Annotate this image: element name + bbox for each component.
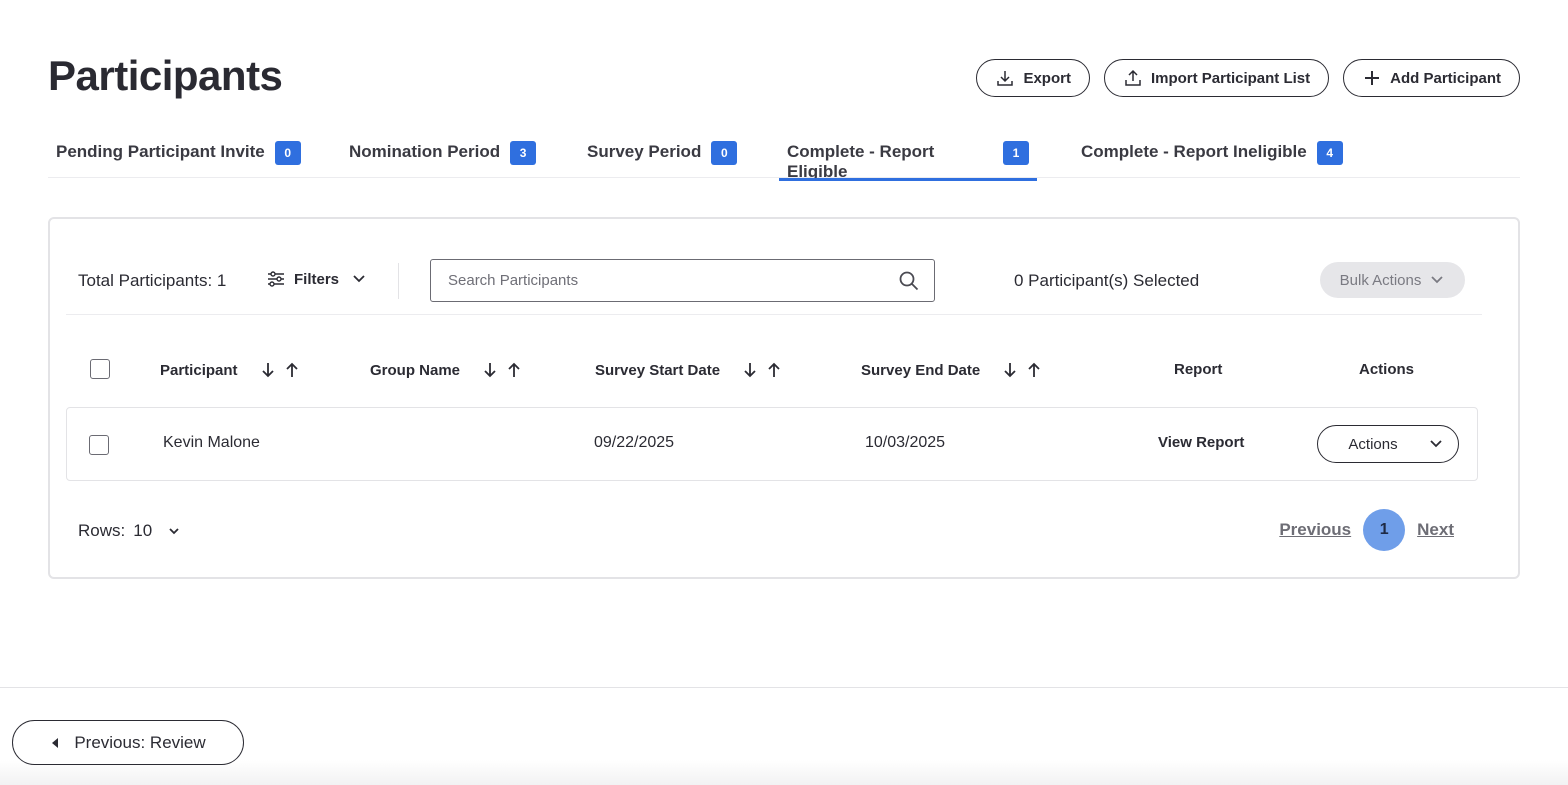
import-participant-list-button[interactable]: Import Participant List [1103, 59, 1330, 97]
previous-page-link[interactable]: Previous [1279, 520, 1351, 540]
tab-label: Complete - Report Eligible [787, 142, 935, 181]
tab-pending-participant-invite[interactable]: Pending Participant Invite 0 [48, 128, 341, 178]
column-actions: Actions [1359, 361, 1414, 378]
sort-ascending-icon[interactable] [284, 361, 300, 379]
column-label: Group Name [370, 361, 461, 379]
column-participant: Participant [160, 361, 300, 379]
filters-button[interactable]: Filters [266, 269, 367, 289]
column-label: Participant [160, 361, 238, 379]
sort-ascending-icon[interactable] [766, 361, 782, 379]
export-button[interactable]: Export [976, 59, 1090, 97]
participants-card: Total Participants: 1 Filters 0 Particip… [48, 217, 1520, 579]
survey-start-date: 09/22/2025 [594, 434, 675, 451]
footer-shade [0, 760, 1568, 785]
previous-review-label: Previous: Review [74, 732, 206, 752]
sort-descending-icon[interactable] [742, 361, 758, 379]
column-survey-start-date: Survey Start Date [595, 361, 782, 379]
previous-review-button[interactable]: Previous: Review [12, 720, 244, 765]
add-participant-button[interactable]: Add Participant [1343, 59, 1520, 97]
selected-count: 0 Participant(s) Selected [1014, 271, 1200, 290]
table-toolbar: Total Participants: 1 Filters 0 Particip… [66, 259, 1482, 315]
sort-descending-icon[interactable] [482, 361, 498, 379]
sort-descending-icon[interactable] [1002, 361, 1018, 379]
view-report-link[interactable]: View Report [1158, 434, 1244, 451]
plus-icon [1365, 71, 1380, 85]
filters-label: Filters [294, 270, 340, 288]
select-all-cell [90, 359, 110, 379]
tab-count-badge: 4 [1316, 141, 1343, 165]
search-box [430, 259, 935, 302]
toolbar-divider [398, 263, 399, 299]
table-row: Kevin Malone 09/22/2025 10/03/2025 View … [66, 407, 1478, 481]
total-participants: Total Participants: 1 [78, 271, 227, 290]
sort-controls [1002, 361, 1042, 379]
tab-label: Complete - Report Ineligible [1081, 142, 1307, 161]
sort-controls [260, 361, 300, 379]
search-icon[interactable] [898, 270, 920, 292]
chevron-down-icon [169, 528, 179, 535]
import-label: Import Participant List [1150, 69, 1311, 87]
tab-count-badge: 1 [1003, 141, 1029, 165]
tab-survey-period[interactable]: Survey Period 0 [579, 128, 779, 178]
upload-icon [1125, 69, 1141, 86]
search-input[interactable] [448, 272, 898, 289]
tab-complete-report-ineligible[interactable]: Complete - Report Ineligible 4 [1073, 128, 1351, 178]
bulk-actions-button[interactable]: Bulk Actions [1320, 262, 1465, 298]
status-tabs: Pending Participant Invite 0 Nomination … [48, 128, 1520, 181]
sort-descending-icon[interactable] [260, 361, 276, 379]
chevron-down-icon [1429, 440, 1442, 448]
rows-value: 10 [133, 521, 153, 540]
actions-label: Actions [1348, 435, 1398, 453]
tab-label: Pending Participant Invite [56, 142, 265, 161]
page-1-button[interactable]: 1 [1363, 509, 1406, 551]
bulk-actions-label: Bulk Actions [1339, 271, 1422, 289]
page-title: Participants [48, 52, 283, 99]
column-report: Report [1174, 361, 1222, 378]
sort-controls [742, 361, 782, 379]
sort-controls [482, 361, 522, 379]
sort-ascending-icon[interactable] [1026, 361, 1042, 379]
sliders-icon [268, 271, 284, 287]
table-header: Participant Group Name Survey Start Date… [66, 349, 1482, 389]
tab-count-badge: 0 [711, 141, 738, 165]
tab-label: Survey Period [587, 142, 702, 161]
row-checkbox[interactable] [89, 435, 109, 455]
column-survey-end-date: Survey End Date [861, 361, 1042, 379]
add-participant-label: Add Participant [1390, 69, 1501, 87]
tab-label: Nomination Period [349, 142, 501, 161]
pagination: Previous 1 Next [1279, 509, 1454, 551]
download-icon [997, 71, 1014, 86]
footer-divider [0, 687, 1568, 688]
column-label: Survey Start Date [595, 361, 721, 379]
sort-ascending-icon[interactable] [506, 361, 522, 379]
rows-per-page[interactable]: Rows: 10 [78, 521, 180, 541]
caret-left-icon [52, 737, 59, 748]
select-all-checkbox[interactable] [90, 359, 110, 379]
tab-count-badge: 3 [510, 141, 537, 165]
tab-count-badge: 0 [274, 141, 301, 165]
top-actions: Export Import Participant List Add Parti… [976, 59, 1520, 97]
chevron-down-icon [1431, 276, 1443, 284]
column-label: Report [1174, 361, 1223, 378]
export-label: Export [1023, 69, 1071, 87]
tab-complete-report-eligible[interactable]: Complete - Report Eligible 1 [779, 128, 1037, 181]
tab-nomination-period[interactable]: Nomination Period 3 [341, 128, 579, 178]
next-page-link[interactable]: Next [1417, 520, 1454, 540]
column-label: Actions [1359, 361, 1415, 378]
rows-label: Rows: [78, 521, 126, 540]
row-actions-button[interactable]: Actions [1317, 425, 1459, 463]
column-label: Survey End Date [861, 361, 981, 379]
survey-end-date: 10/03/2025 [865, 434, 946, 451]
row-select-cell [89, 435, 109, 455]
participant-name: Kevin Malone [163, 434, 260, 451]
chevron-down-icon [353, 275, 365, 283]
column-group-name: Group Name [370, 361, 522, 379]
